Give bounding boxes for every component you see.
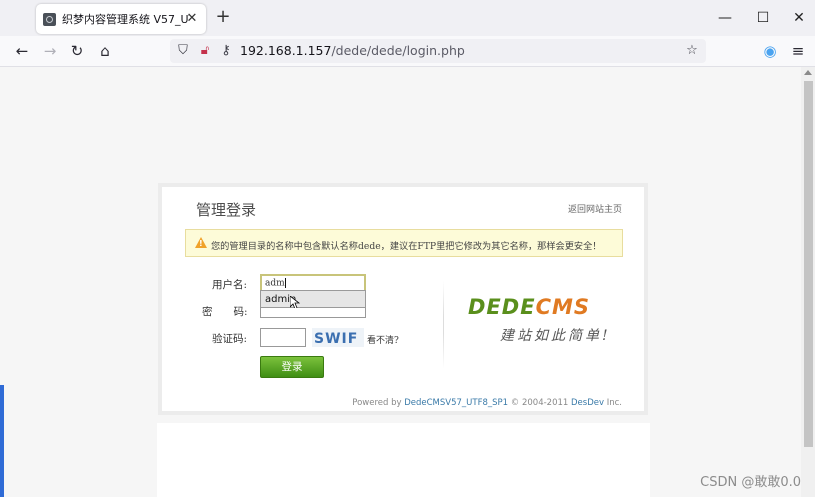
captcha-refresh-link[interactable]: 看不清? (367, 333, 399, 346)
url-host: 192.168.1.157 (240, 43, 332, 58)
scroll-up-icon[interactable] (804, 70, 812, 75)
url-text[interactable]: 192.168.1.157/dede/dede/login.php (240, 43, 465, 58)
login-panel: 管理登录 返回网站主页 ! 您的管理目录的名称中包含默认名称dede，建议在FT… (158, 183, 648, 415)
menu-icon[interactable]: ≡ (788, 41, 808, 61)
company-link[interactable]: DesDev (571, 398, 604, 408)
warning-alert: ! 您的管理目录的名称中包含默认名称dede，建议在FTP里把它修改为其它名称，… (185, 229, 623, 257)
bookmark-star-icon[interactable]: ☆ (683, 42, 701, 60)
warning-icon: ! (195, 237, 207, 248)
brand-slogan: 建站如此简单! (500, 328, 611, 344)
login-button[interactable]: 登录 (260, 356, 324, 378)
shield-icon[interactable]: ⛉ (174, 42, 192, 60)
text-caret (284, 278, 286, 288)
password-input[interactable] (260, 308, 366, 318)
browser-tab[interactable]: 织梦内容管理系统 V57_UTF8_S ✕ (36, 4, 206, 34)
minimize-icon[interactable]: — (715, 8, 735, 28)
username-value: adm (265, 278, 285, 289)
secondary-panel (157, 423, 650, 497)
tab-title: 织梦内容管理系统 V57_UTF8_S (62, 13, 189, 26)
tab-strip: 织梦内容管理系统 V57_UTF8_S ✕ + — ☐ ✕ (0, 0, 815, 36)
csdn-watermark: CSDN @敢敢0.0 (700, 475, 801, 490)
close-tab-icon[interactable]: ✕ (184, 11, 200, 27)
back-icon[interactable]: ← (12, 41, 32, 61)
navigation-toolbar: ← → ↻ ⌂ ⛉ 🔓︎ ⚷ 192.168.1.157/dede/dede/l… (0, 36, 815, 67)
site-favicon-icon (43, 12, 56, 26)
back-to-site-link[interactable]: 返回网站主页 (568, 202, 622, 215)
insecure-lock-icon[interactable]: 🔓︎ (196, 42, 214, 60)
username-label: 用户名: (212, 279, 248, 291)
vertical-scrollbar[interactable] (801, 67, 815, 497)
reload-icon[interactable]: ↻ (67, 41, 87, 61)
dedecms-logo: DEDECMS (468, 295, 590, 319)
page-title: 管理登录 (196, 201, 257, 219)
scrollbar-thumb[interactable] (804, 81, 813, 447)
vertical-divider (443, 281, 444, 369)
home-icon[interactable]: ⌂ (95, 41, 115, 61)
password-label: 密 码: (202, 306, 248, 318)
maximize-icon[interactable]: ☐ (753, 8, 773, 28)
captcha-text: SWIF (314, 331, 358, 347)
forward-icon[interactable]: → (40, 41, 60, 61)
captcha-input[interactable] (260, 328, 306, 347)
autocomplete-dropdown[interactable]: admin (260, 290, 366, 308)
captcha-label: 验证码: (212, 333, 248, 345)
powered-by-footer: Powered by DedeCMSV57_UTF8_SP1 © 2004-20… (352, 398, 622, 408)
captcha-image[interactable]: SWIF (312, 328, 364, 347)
desktop-edge (0, 385, 4, 497)
alert-text: 您的管理目录的名称中包含默认名称dede，建议在FTP里把它修改为其它名称，那样… (211, 241, 602, 252)
key-icon[interactable]: ⚷ (217, 42, 235, 60)
url-path: /dede/dede/login.php (331, 43, 465, 58)
address-bar[interactable]: ⛉ 🔓︎ ⚷ 192.168.1.157/dede/dede/login.php… (170, 39, 706, 63)
account-icon[interactable]: ◉ (760, 41, 780, 61)
close-window-icon[interactable]: ✕ (789, 8, 809, 28)
product-link[interactable]: DedeCMSV57_UTF8_SP1 (404, 398, 508, 408)
new-tab-icon[interactable]: + (214, 8, 232, 26)
